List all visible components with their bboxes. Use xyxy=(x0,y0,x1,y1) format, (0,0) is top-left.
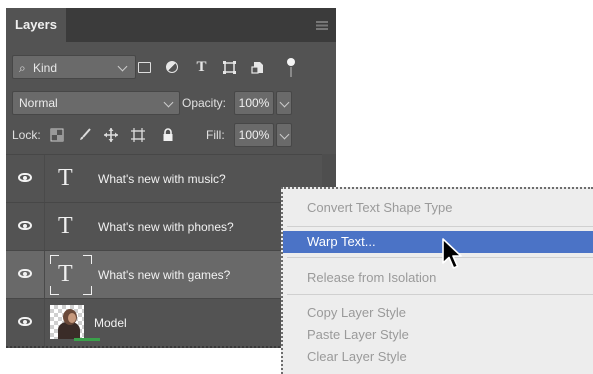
blend-mode-select[interactable]: Normal xyxy=(12,91,180,115)
visibility-eye-icon[interactable] xyxy=(18,173,32,182)
opacity-dropdown[interactable] xyxy=(276,91,292,115)
eye-column-divider xyxy=(44,155,45,203)
menu-item-convert-text-shape-type[interactable]: Convert Text Shape Type xyxy=(283,197,593,219)
chevron-down-icon xyxy=(279,97,290,108)
filter-toggle-icon[interactable] xyxy=(287,58,295,66)
search-icon: ⌕ xyxy=(19,61,26,75)
menu-item-release-from-isolation[interactable]: Release from Isolation xyxy=(283,267,593,289)
layer-filter-bar: ⌕ Kind T xyxy=(6,52,336,82)
text-layer-icon: T xyxy=(58,261,73,287)
layer-name: What's new with games? xyxy=(98,268,231,282)
blend-row: Normal Opacity: 100% xyxy=(6,88,336,118)
layer-mask-indicator xyxy=(74,338,100,341)
lock-label: Lock: xyxy=(12,128,41,142)
fill-label: Fill: xyxy=(206,128,225,142)
menu-separator xyxy=(287,226,593,227)
panel-tab-bar: Layers xyxy=(6,8,336,42)
menu-item-clear-layer-style[interactable]: Clear Layer Style xyxy=(283,346,593,368)
context-menu: Convert Text Shape Type Warp Text... Rel… xyxy=(281,187,593,374)
visibility-eye-icon[interactable] xyxy=(18,269,32,278)
text-layer-icon: T xyxy=(58,165,73,191)
menu-separator xyxy=(287,257,593,258)
fill-dropdown[interactable] xyxy=(276,123,292,147)
lock-row: Lock: Fill: 100% xyxy=(6,120,336,150)
menu-item-warp-text[interactable]: Warp Text... xyxy=(283,231,593,253)
eye-column-divider xyxy=(44,299,45,347)
text-layer-icon: T xyxy=(58,213,73,239)
lock-transparency-icon[interactable] xyxy=(50,128,64,144)
layer-name: What's new with phones? xyxy=(98,220,234,234)
menu-item-paste-layer-style[interactable]: Paste Layer Style xyxy=(283,324,593,346)
opacity-field[interactable]: 100% xyxy=(234,91,274,115)
visibility-eye-icon[interactable] xyxy=(18,221,32,230)
image-filter-icon[interactable] xyxy=(138,62,151,73)
chevron-down-icon xyxy=(279,129,290,140)
filter-toggle-stem xyxy=(290,67,292,77)
opacity-label: Opacity: xyxy=(182,96,227,110)
tab-layers[interactable]: Layers xyxy=(6,8,66,42)
panel-menu-icon[interactable] xyxy=(316,21,328,30)
menu-item-copy-layer-style[interactable]: Copy Layer Style xyxy=(283,302,593,324)
filter-kind-select[interactable]: ⌕ Kind xyxy=(12,55,136,79)
type-filter-icon[interactable]: T xyxy=(194,60,209,75)
fill-field[interactable]: 100% xyxy=(234,123,274,147)
move-icon[interactable] xyxy=(104,128,118,144)
menu-separator xyxy=(287,294,593,295)
smart-object-filter-icon[interactable] xyxy=(250,60,265,75)
filter-kind-label: Kind xyxy=(33,61,58,75)
visibility-eye-icon[interactable] xyxy=(18,317,32,326)
chevron-down-icon xyxy=(163,97,174,108)
shape-filter-icon[interactable] xyxy=(222,60,237,75)
blend-mode-value: Normal xyxy=(19,96,58,110)
brush-icon[interactable] xyxy=(78,128,92,144)
layer-thumbnail xyxy=(50,305,84,339)
eye-column-divider xyxy=(44,203,45,251)
artboard-icon[interactable] xyxy=(131,128,145,144)
layer-name: What's new with music? xyxy=(98,172,226,186)
eye-column-divider xyxy=(44,251,45,299)
lock-icon[interactable] xyxy=(161,128,175,144)
chevron-down-icon xyxy=(117,61,128,72)
adjustment-filter-icon[interactable] xyxy=(166,61,178,73)
mouse-pointer-icon xyxy=(442,238,462,269)
